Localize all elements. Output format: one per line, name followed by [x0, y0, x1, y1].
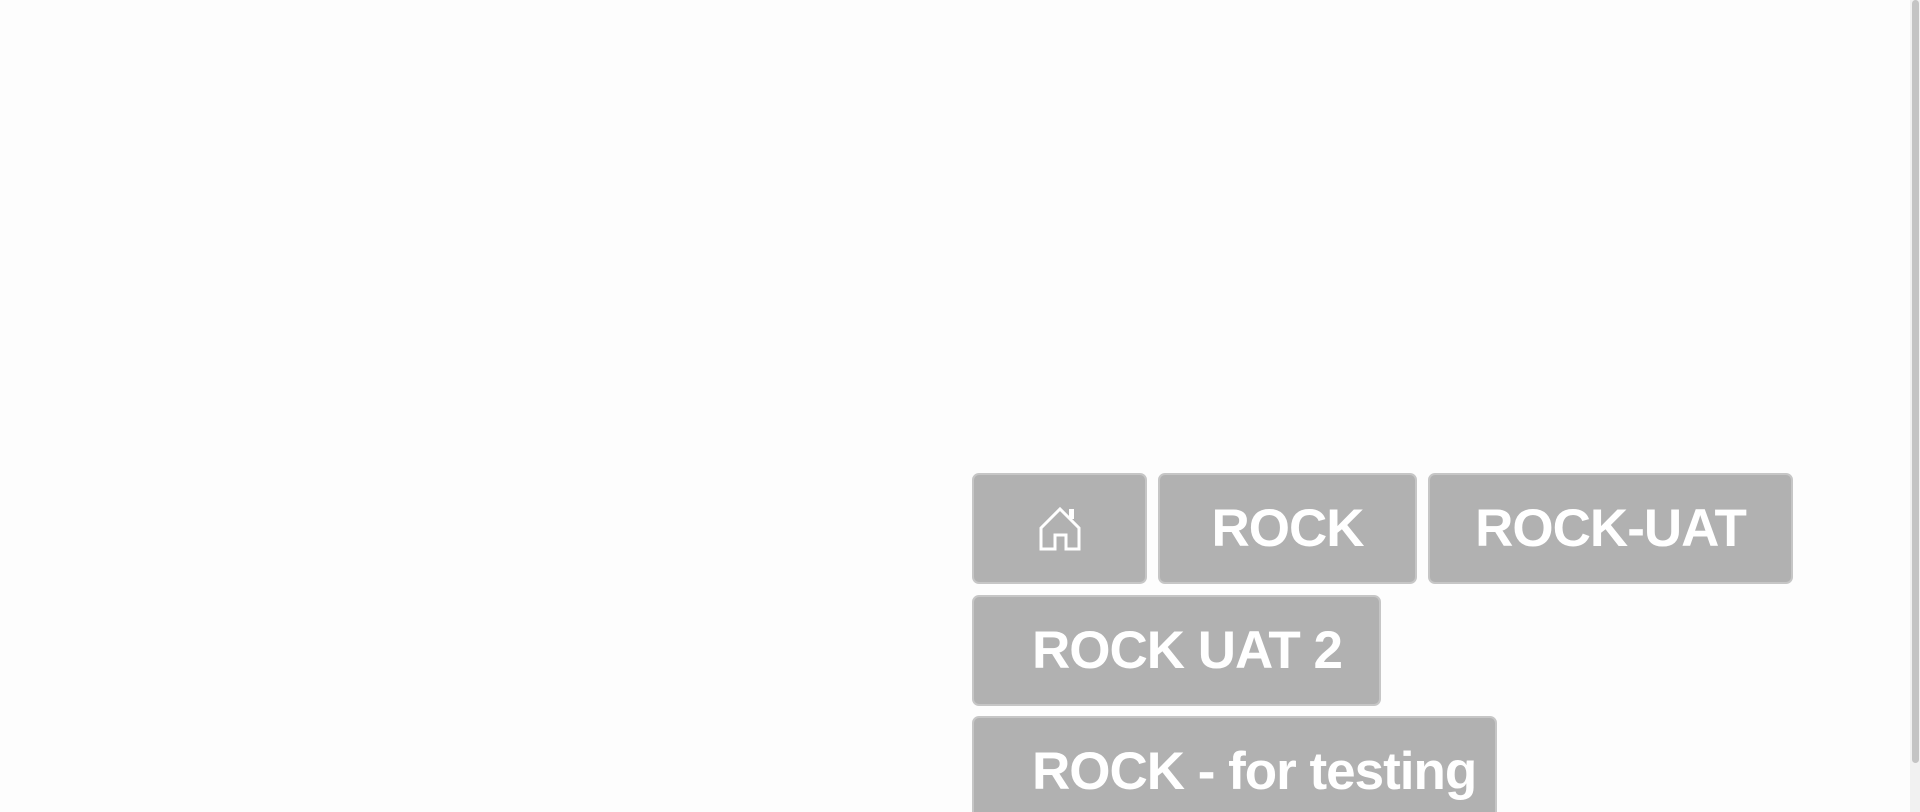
scrollbar-thumb[interactable] [1912, 0, 1919, 763]
home-icon [1038, 506, 1082, 552]
rock-for-testing-tile-label: ROCK - for testing [1032, 742, 1477, 801]
rock-uat-tile-label: ROCK-UAT [1475, 499, 1747, 558]
rock-uat-2-tile-button[interactable]: ROCK UAT 2 [972, 595, 1381, 706]
rock-uat-tile-button[interactable]: ROCK-UAT [1428, 473, 1793, 584]
vertical-scrollbar[interactable] [1910, 0, 1920, 812]
rock-tile-label: ROCK [1211, 499, 1364, 558]
rock-for-testing-tile-button[interactable]: ROCK - for testing [972, 716, 1497, 812]
rock-tile-button[interactable]: ROCK [1158, 473, 1417, 584]
home-tile-button[interactable] [972, 473, 1147, 584]
page: ROCK ROCK-UAT ROCK UAT 2 ROCK - for test… [0, 0, 1920, 812]
rock-uat-2-tile-label: ROCK UAT 2 [1032, 621, 1343, 680]
